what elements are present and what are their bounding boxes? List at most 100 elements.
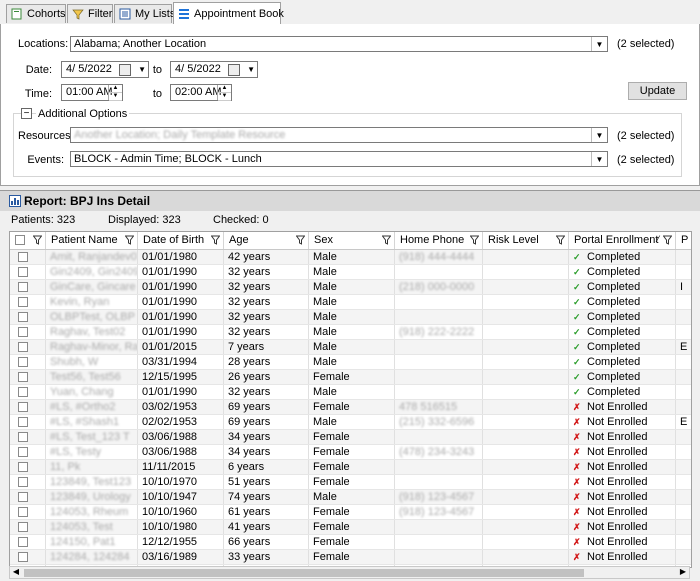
spinner-arrows-icon[interactable]: ▲ ▼	[217, 85, 231, 101]
filter-icon[interactable]	[125, 235, 134, 245]
chevron-down-icon[interactable]: ▼	[591, 37, 607, 51]
filter-icon[interactable]	[33, 235, 42, 245]
sex-text: Male	[313, 311, 337, 323]
scrollbar-thumb[interactable]	[24, 569, 584, 577]
row-checkbox[interactable]	[18, 252, 28, 262]
row-checkbox[interactable]	[18, 537, 28, 547]
column-header-age[interactable]: Age	[224, 232, 309, 249]
row-checkbox[interactable]	[18, 432, 28, 442]
collapse-icon[interactable]: −	[21, 108, 32, 119]
table-row[interactable]: 124053, Test 10/10/1980 41 years Female ✗ Not…	[10, 520, 691, 535]
table-row[interactable]: #LS, Testy 03/06/1988 34 years Female (478) …	[10, 445, 691, 460]
column-header-date-of-birth[interactable]: Date of Birth	[138, 232, 224, 249]
table-row[interactable]: Raghav, Test02 01/01/1990 32 years Male (918…	[10, 325, 691, 340]
column-header-risk-level[interactable]: Risk Level	[483, 232, 569, 249]
events-value: BLOCK - Admin Time; BLOCK - Lunch	[74, 153, 262, 165]
table-row[interactable]: 124284, 124284 03/16/1989 33 years Female ✗ N…	[10, 550, 691, 565]
cell-risk	[483, 265, 569, 279]
tab-my-lists[interactable]: My Lists	[114, 4, 175, 23]
row-checkbox[interactable]	[18, 447, 28, 457]
filter-icon[interactable]	[211, 235, 220, 245]
date-from-picker[interactable]: 4/ 5/2022 ▼	[61, 61, 149, 78]
row-checkbox[interactable]	[18, 402, 28, 412]
row-select-cell	[10, 400, 46, 414]
row-checkbox[interactable]	[18, 327, 28, 337]
table-row[interactable]: Shubh, W 03/31/1994 28 years Male ✓ Completed	[10, 355, 691, 370]
row-checkbox[interactable]	[18, 477, 28, 487]
table-row[interactable]: #LS, #Shash1 02/02/1953 69 years Male (215) …	[10, 415, 691, 430]
cell-name: 123849, Test123	[46, 475, 138, 489]
update-button[interactable]: Update	[628, 82, 687, 100]
row-checkbox[interactable]	[18, 507, 28, 517]
filter-icon[interactable]	[470, 235, 479, 245]
row-checkbox[interactable]	[18, 342, 28, 352]
row-checkbox[interactable]	[18, 372, 28, 382]
column-header-home-phone[interactable]: Home Phone	[395, 232, 483, 249]
table-row[interactable]: 124053, Rheum 10/10/1960 61 years Female (91…	[10, 505, 691, 520]
column-header-sex[interactable]: Sex	[309, 232, 395, 249]
row-checkbox[interactable]	[18, 417, 28, 427]
locations-value: Alabama; Another Location	[74, 38, 207, 50]
filter-icon[interactable]	[556, 235, 565, 245]
column-header-extra[interactable]: P	[676, 232, 691, 249]
phone-text: (218) 000-0000	[399, 281, 475, 293]
column-header-patient-name[interactable]: Patient Name	[46, 232, 138, 249]
events-select[interactable]: BLOCK - Admin Time; BLOCK - Lunch ▼	[70, 151, 608, 167]
tab-filter[interactable]: Filter	[67, 4, 113, 23]
row-checkbox[interactable]	[18, 387, 28, 397]
portal-status-text: Completed	[587, 296, 641, 308]
resources-select[interactable]: Another Location; Daily Template Resourc…	[70, 127, 608, 143]
table-row[interactable]: #LS, Test_123 T 03/06/1988 34 years Female ✗…	[10, 430, 691, 445]
table-row[interactable]: Raghav-Minor, Ra 01/01/2015 7 years Male ✓ Co…	[10, 340, 691, 355]
filter-icon[interactable]	[296, 235, 305, 245]
row-checkbox[interactable]	[18, 522, 28, 532]
cell-sex: Female	[309, 430, 395, 444]
spinner-arrows-icon[interactable]: ▲ ▼	[108, 85, 122, 101]
select-all-checkbox[interactable]	[15, 235, 25, 245]
name-text: #LS, #Ortho2	[50, 401, 116, 413]
chevron-down-icon[interactable]: ▼	[591, 152, 607, 166]
horizontal-scrollbar[interactable]: ◀ ▶	[9, 566, 690, 579]
column-header-select[interactable]	[10, 232, 46, 249]
table-row[interactable]: 123849, Urology 10/10/1947 74 years Male (91…	[10, 490, 691, 505]
phone-text: (215) 332-6596	[399, 416, 475, 428]
table-row[interactable]: 124150, Pat1 12/12/1955 66 years Female ✗ Not…	[10, 535, 691, 550]
row-checkbox[interactable]	[18, 297, 28, 307]
table-row[interactable]: GinCare, Gincare 01/01/1990 32 years Male (2…	[10, 280, 691, 295]
time-from-spinner[interactable]: 01:00 AM ▲ ▼	[61, 84, 123, 101]
filter-icon[interactable]	[663, 235, 672, 245]
chevron-down-icon[interactable]: ▼	[591, 128, 607, 142]
row-checkbox[interactable]	[18, 492, 28, 502]
table-row[interactable]: #LS, #Ortho2 03/02/1953 69 years Female 478 …	[10, 400, 691, 415]
filter-icon[interactable]	[382, 235, 391, 245]
cell-extra	[676, 370, 691, 384]
table-row[interactable]: Amit, Ranjandev07 01/01/1980 42 years Male (…	[10, 250, 691, 265]
column-header-portal-enrollment[interactable]: Portal Enrollment ⁄	[569, 232, 676, 249]
row-checkbox[interactable]	[18, 357, 28, 367]
tab-bar: Cohorts Filter My Lists Appointment Book	[0, 0, 700, 25]
age-text: 32 years	[228, 296, 271, 308]
row-checkbox[interactable]	[18, 312, 28, 322]
scroll-left-icon[interactable]: ◀	[10, 567, 22, 576]
row-checkbox[interactable]	[18, 462, 28, 472]
scroll-right-icon[interactable]: ▶	[677, 567, 689, 576]
cell-name: Amit, Ranjandev07	[46, 250, 138, 264]
table-row[interactable]: 123849, Test123 10/10/1970 51 years Female ✗…	[10, 475, 691, 490]
row-checkbox[interactable]	[18, 267, 28, 277]
table-row[interactable]: 11, Pk 11/11/2015 6 years Female ✗ Not Enroll…	[10, 460, 691, 475]
row-checkbox[interactable]	[18, 552, 28, 562]
cell-phone	[395, 430, 483, 444]
table-row[interactable]: Yuan, Chang 01/01/1990 32 years Male ✓ Comple…	[10, 385, 691, 400]
tab-appointment-book[interactable]: Appointment Book	[173, 2, 284, 24]
table-row[interactable]: Test56, Test56 12/15/1995 26 years Female ✓ C…	[10, 370, 691, 385]
portal-status-text: Completed	[587, 356, 641, 368]
date-to-picker[interactable]: 4/ 5/2022 ▼	[170, 61, 258, 78]
table-row[interactable]: OLBPTest, OLBP 01/01/1990 32 years Male ✓ Com…	[10, 310, 691, 325]
name-text: Test56, Test56	[50, 371, 121, 383]
locations-select[interactable]: Alabama; Another Location ▼	[70, 36, 608, 52]
row-checkbox[interactable]	[18, 282, 28, 292]
tab-cohorts[interactable]: Cohorts	[6, 4, 66, 23]
table-row[interactable]: Gin2409, Gin2409 01/01/1990 32 years Male ✓ C…	[10, 265, 691, 280]
time-to-spinner[interactable]: 02:00 AM ▲ ▼	[170, 84, 232, 101]
table-row[interactable]: Kevin, Ryan 01/01/1990 32 years Male ✓ Comple…	[10, 295, 691, 310]
